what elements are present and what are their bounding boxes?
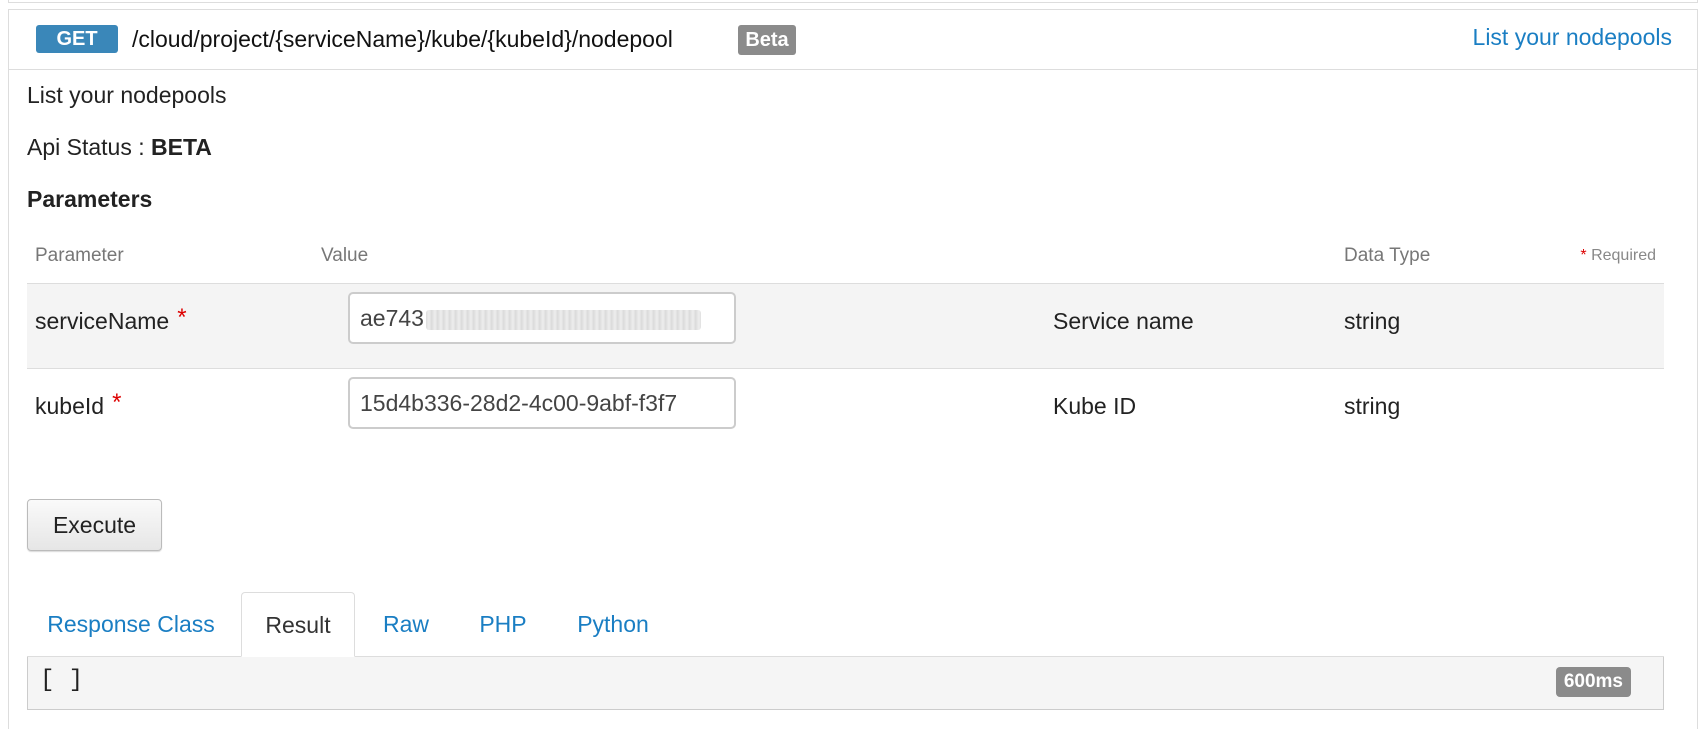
previous-panel-border [8,0,1698,3]
endpoint-header[interactable]: GET /cloud/project/{serviceName}/kube/{k… [9,10,1697,70]
tab-php[interactable]: PHP [457,592,549,657]
tab-python[interactable]: Python [555,592,671,657]
column-header-value: Value [321,245,369,266]
tab-result[interactable]: Result [241,592,355,657]
response-time-badge: 600ms [1555,667,1631,697]
param-data-type: string [1344,308,1401,334]
param-name-label: kubeId [35,393,105,419]
endpoint-description: List your nodepools [27,82,227,108]
endpoint-path[interactable]: /cloud/project/{serviceName}/kube/{kubeI… [132,24,673,54]
response-tabs: Response Class Result Raw PHP Python [27,592,1664,657]
required-legend: * Required [1580,247,1656,265]
parameter-row: kubeId * Kube ID string [27,369,1664,454]
required-marker: * [177,304,187,331]
param-data-type: string [1344,393,1401,419]
execute-button[interactable]: Execute [27,499,162,551]
api-status: Api Status : BETA [27,134,212,161]
param-name-label: serviceName [35,308,170,334]
service-name-input[interactable]: ae743 [348,292,736,344]
api-status-value: BETA [151,134,212,160]
column-header-parameter: Parameter [35,245,124,266]
result-body: [ ] [40,667,84,694]
column-header-data-type: Data Type [1344,245,1431,266]
http-method-badge: GET [36,25,118,53]
tab-raw[interactable]: Raw [361,592,451,657]
param-description: Kube ID [1053,393,1137,419]
param-name: kubeId * [35,389,121,421]
tab-response-class[interactable]: Response Class [27,592,235,657]
result-panel: [ ] 600ms [27,657,1664,710]
api-status-label: Api Status : [27,134,152,160]
param-description: Service name [1053,308,1194,334]
parameter-row: serviceName * ae743 Service name string [27,284,1664,369]
kube-id-input[interactable] [348,377,736,429]
beta-badge: Beta [738,25,796,55]
param-name: serviceName * [35,304,187,336]
required-legend-label: Required [1586,247,1656,264]
service-name-value: ae743 [360,305,424,331]
required-marker: * [112,389,122,416]
redacted-value-mask [425,309,701,330]
parameters-heading: Parameters [27,186,153,212]
endpoint-summary-link[interactable]: List your nodepools [1473,22,1672,52]
